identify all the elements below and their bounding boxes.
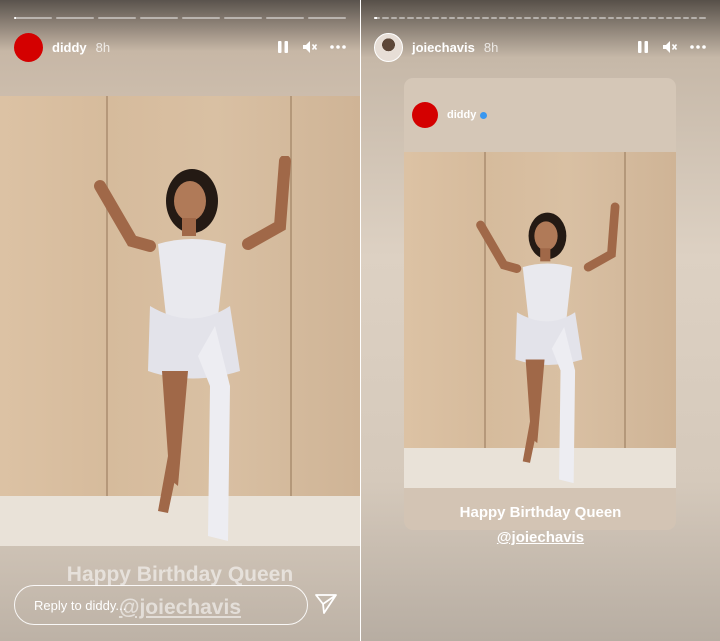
progress-segment <box>565 17 573 19</box>
mute-icon[interactable] <box>662 40 678 54</box>
story-header: joiechavis 8h <box>374 32 706 62</box>
pause-icon[interactable] <box>636 40 650 54</box>
progress-segment <box>524 17 531 19</box>
progress-segment <box>399 17 406 19</box>
progress-segment <box>266 17 304 19</box>
progress-segment <box>666 17 673 19</box>
shared-post-avatar <box>412 102 438 128</box>
progress-segment <box>599 17 606 19</box>
woman-figure-image <box>476 202 620 484</box>
progress-segment <box>390 17 398 19</box>
progress-segment <box>590 17 598 19</box>
progress-segment <box>182 17 220 19</box>
progress-segment <box>540 17 548 19</box>
caption-line1: Happy Birthday Queen <box>459 504 622 521</box>
progress-segment <box>224 17 262 19</box>
progress-segment <box>407 17 414 19</box>
timestamp: 8h <box>95 39 111 55</box>
progress-segment <box>56 17 94 19</box>
progress-segment <box>374 17 381 19</box>
progress-segment <box>490 17 498 19</box>
progress-segment <box>98 17 136 19</box>
username[interactable]: diddy <box>52 40 87 55</box>
progress-segment <box>499 17 506 19</box>
progress-segment <box>607 17 614 19</box>
avatar[interactable] <box>14 32 43 62</box>
progress-segment <box>615 17 623 19</box>
caption-line1: Happy Birthday Queen <box>66 563 294 586</box>
progress-segment <box>557 17 564 19</box>
verified-badge-icon <box>480 111 488 119</box>
progress-segment <box>632 17 639 19</box>
progress-segment <box>382 17 389 19</box>
progress-segment <box>507 17 514 19</box>
progress-segment <box>641 17 648 19</box>
story-progress-bar <box>14 17 346 20</box>
progress-segment <box>515 17 523 19</box>
progress-segment <box>532 17 539 19</box>
progress-segment <box>465 17 473 19</box>
progress-segment <box>449 17 456 19</box>
woman-figure-image <box>94 156 291 541</box>
progress-segment <box>549 17 556 19</box>
pause-icon[interactable] <box>276 40 290 54</box>
more-icon[interactable] <box>690 45 706 49</box>
progress-segment <box>674 17 681 19</box>
progress-segment <box>482 17 489 19</box>
story-header: diddy 8h <box>14 32 346 62</box>
send-icon[interactable] <box>314 593 338 620</box>
shared-post-photo <box>404 152 676 488</box>
more-icon[interactable] <box>330 45 346 49</box>
progress-segment <box>415 17 423 19</box>
progress-segment <box>424 17 431 19</box>
progress-segment <box>457 17 464 19</box>
shared-post-header: diddy <box>404 78 676 152</box>
reply-placeholder: Reply to diddy... <box>34 597 127 613</box>
timestamp: 8h <box>483 39 499 55</box>
shared-post-card[interactable]: diddy <box>404 78 676 530</box>
progress-segment <box>474 17 481 19</box>
shared-post-username: diddy <box>447 109 477 121</box>
progress-segment <box>574 17 581 19</box>
progress-segment <box>140 17 178 19</box>
avatar[interactable] <box>374 32 403 62</box>
progress-segment <box>582 17 589 19</box>
mute-icon[interactable] <box>302 40 318 54</box>
progress-segment <box>624 17 631 19</box>
reply-input[interactable]: Reply to diddy... <box>14 585 308 625</box>
progress-segment <box>432 17 439 19</box>
username[interactable]: joiechavis <box>412 40 475 55</box>
progress-segment <box>699 17 706 19</box>
progress-segment <box>691 17 698 19</box>
story-panel-joiechavis[interactable]: joiechavis 8h diddy Happy Birthday Queen… <box>361 0 720 641</box>
story-progress-bar <box>374 17 706 20</box>
progress-segment <box>649 17 656 19</box>
progress-segment <box>440 17 448 19</box>
progress-segment <box>657 17 665 19</box>
story-panel-diddy[interactable]: diddy 8h Happy Birthday Queen @joiechavi… <box>0 0 360 641</box>
story-photo <box>0 96 360 546</box>
progress-segment <box>14 17 52 19</box>
progress-segment <box>308 17 346 19</box>
progress-segment <box>682 17 690 19</box>
caption-mention[interactable]: @joiechavis <box>361 529 720 546</box>
